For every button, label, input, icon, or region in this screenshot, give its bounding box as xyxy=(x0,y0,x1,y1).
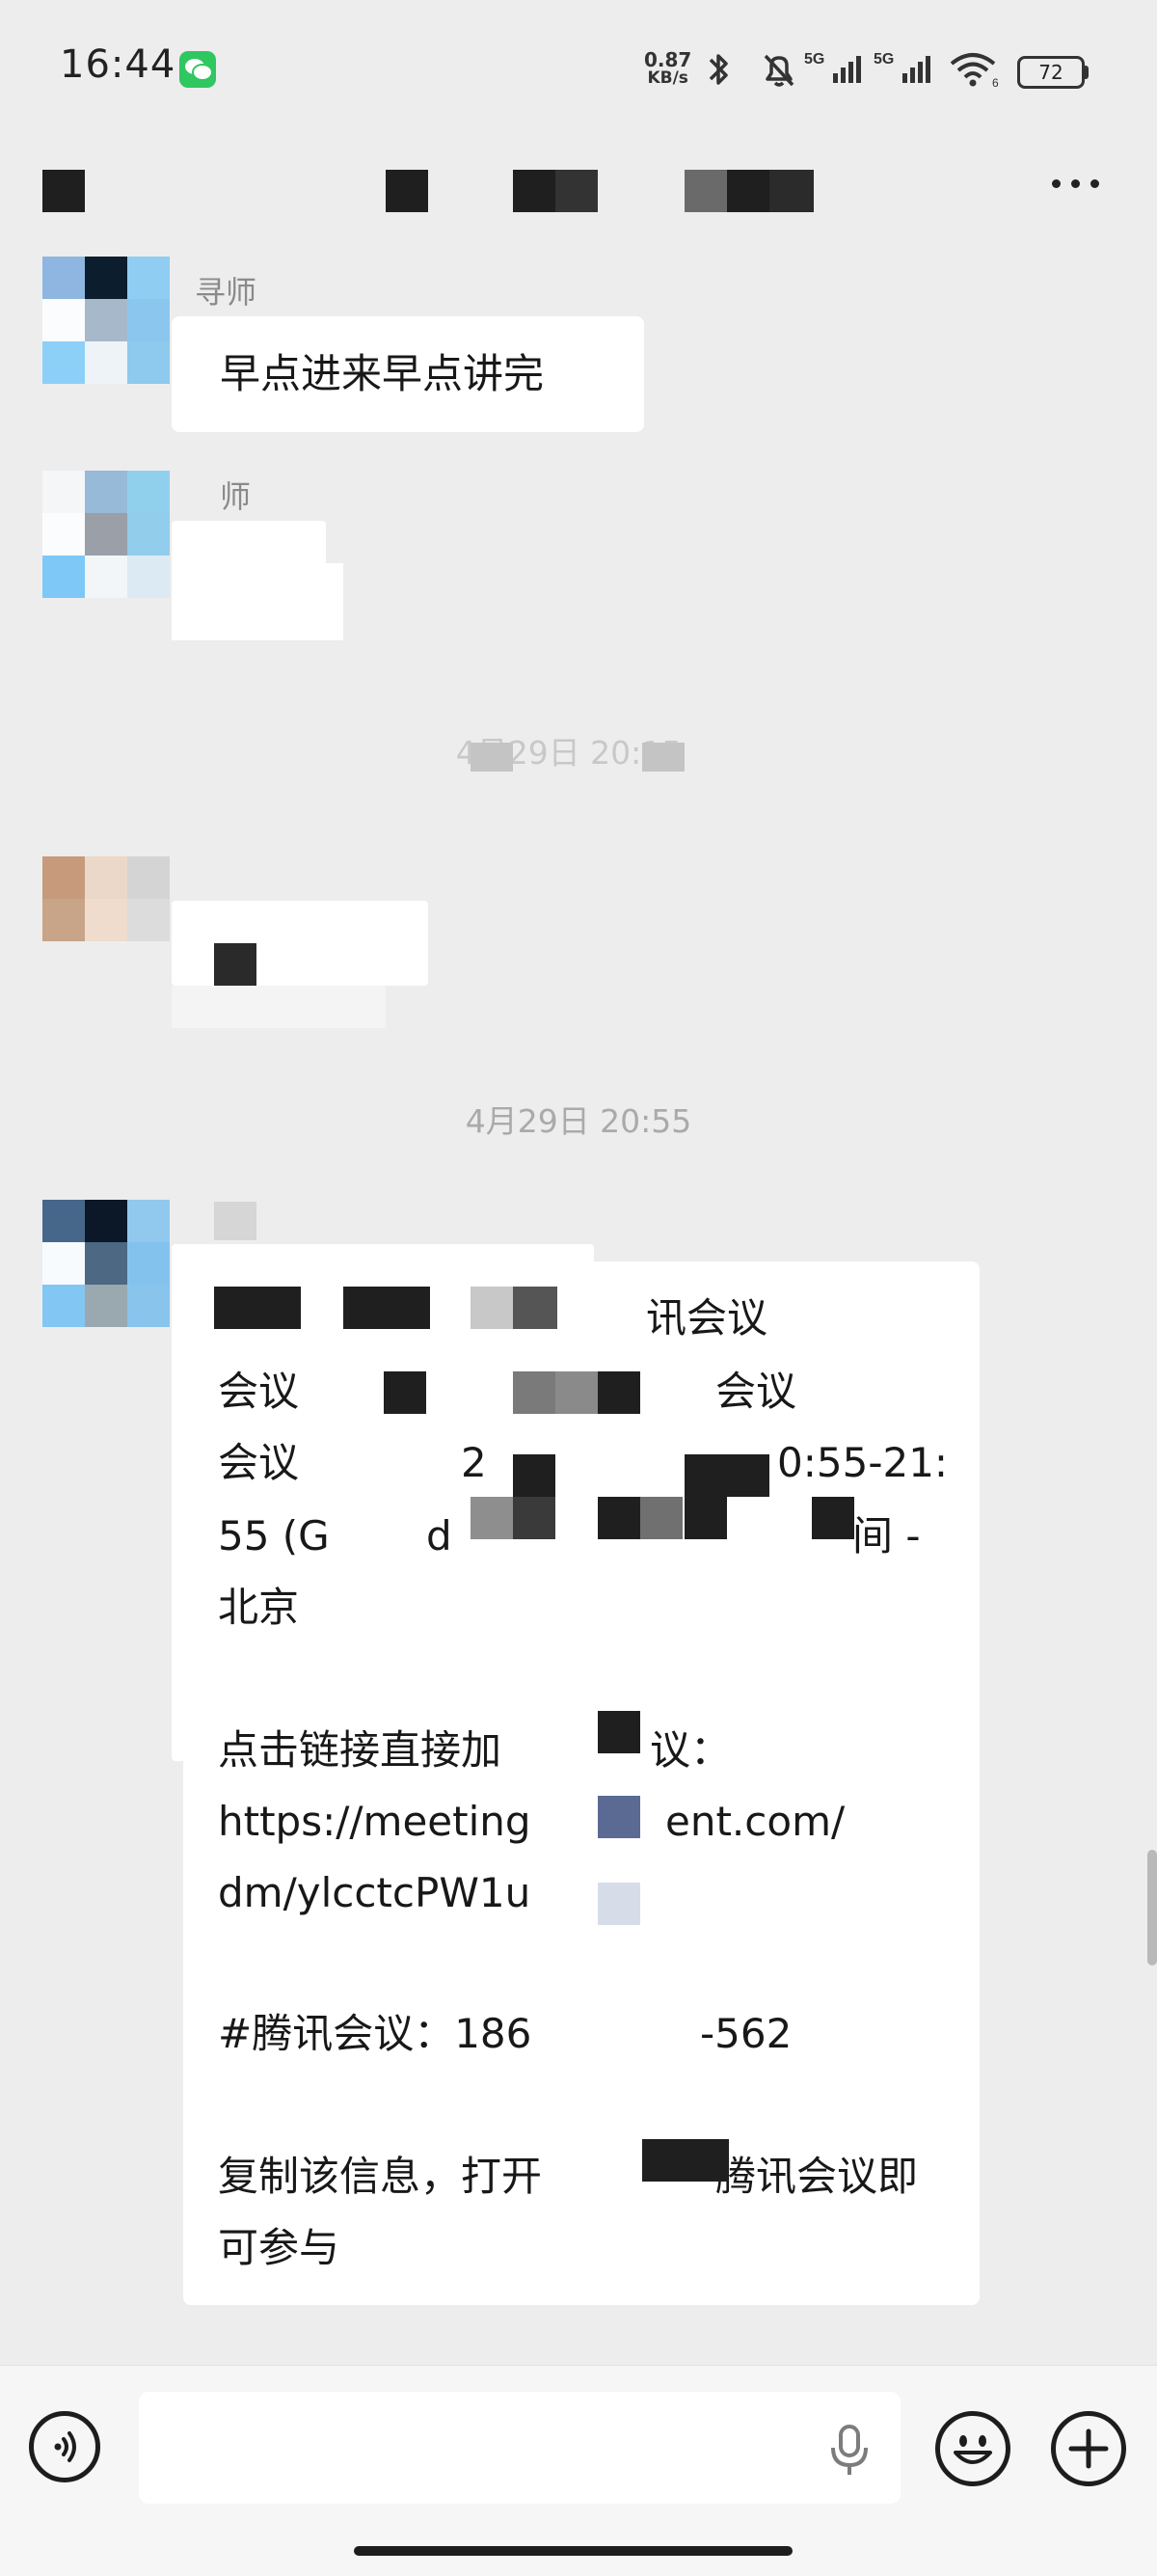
meeting-link[interactable]: ent.com/ xyxy=(665,1798,845,1846)
svg-text:6: 6 xyxy=(992,76,999,90)
svg-text:5G: 5G xyxy=(804,51,824,68)
battery-icon: 72 xyxy=(1017,56,1085,89)
svg-text:5G: 5G xyxy=(874,51,894,68)
redaction-block xyxy=(471,743,513,772)
network-speed-unit: KB/s xyxy=(647,68,688,88)
message-bubble[interactable]: 早点进来早点讲完 xyxy=(172,316,644,432)
battery-cap xyxy=(1084,66,1089,79)
emoji-button[interactable] xyxy=(935,2411,1010,2486)
sender-name-redacted xyxy=(214,1202,256,1240)
timestamp: 4月29日 20:55 xyxy=(465,1102,692,1140)
meeting-id-tag[interactable]: -562 xyxy=(700,2010,792,2058)
status-time: 16:44 xyxy=(60,42,176,87)
wifi-icon: 6 xyxy=(950,53,999,90)
emoji-icon xyxy=(954,2435,992,2464)
message-bubble[interactable] xyxy=(183,1261,980,2305)
bluetooth-icon xyxy=(709,54,728,85)
plus-button[interactable] xyxy=(1051,2411,1126,2486)
sender-name: 师 xyxy=(220,478,252,515)
mute-icon xyxy=(764,54,794,87)
message-bubble-redacted[interactable] xyxy=(172,521,343,640)
plus-icon xyxy=(1068,2428,1109,2469)
wechat-notification-icon xyxy=(179,51,216,88)
meeting-id-tag[interactable]: #腾讯会议：186 xyxy=(218,2010,531,2058)
microphone-icon[interactable] xyxy=(827,2421,872,2479)
meeting-link[interactable]: dm/ylcctcPW1u xyxy=(218,1869,530,1917)
meeting-link[interactable]: https://meeting xyxy=(218,1798,531,1846)
more-options-icon[interactable] xyxy=(1046,179,1104,189)
scrollbar-thumb[interactable] xyxy=(1147,1850,1157,1966)
message-input[interactable] xyxy=(139,2392,901,2504)
network-speed: 0.87 KB/s xyxy=(644,50,691,87)
signal-icon: 5G xyxy=(804,51,861,83)
sender-name: 寻师 xyxy=(195,274,257,311)
redaction-block xyxy=(642,743,685,772)
voice-mode-icon xyxy=(54,2431,76,2462)
network-speed-value: 0.87 xyxy=(644,48,692,71)
home-indicator[interactable] xyxy=(354,2546,793,2556)
signal-icon: 5G xyxy=(874,51,930,83)
message-bubble-redacted[interactable] xyxy=(172,901,428,1028)
message-text: 早点进来早点讲完 xyxy=(220,350,545,397)
voice-mode-button[interactable] xyxy=(29,2411,100,2482)
